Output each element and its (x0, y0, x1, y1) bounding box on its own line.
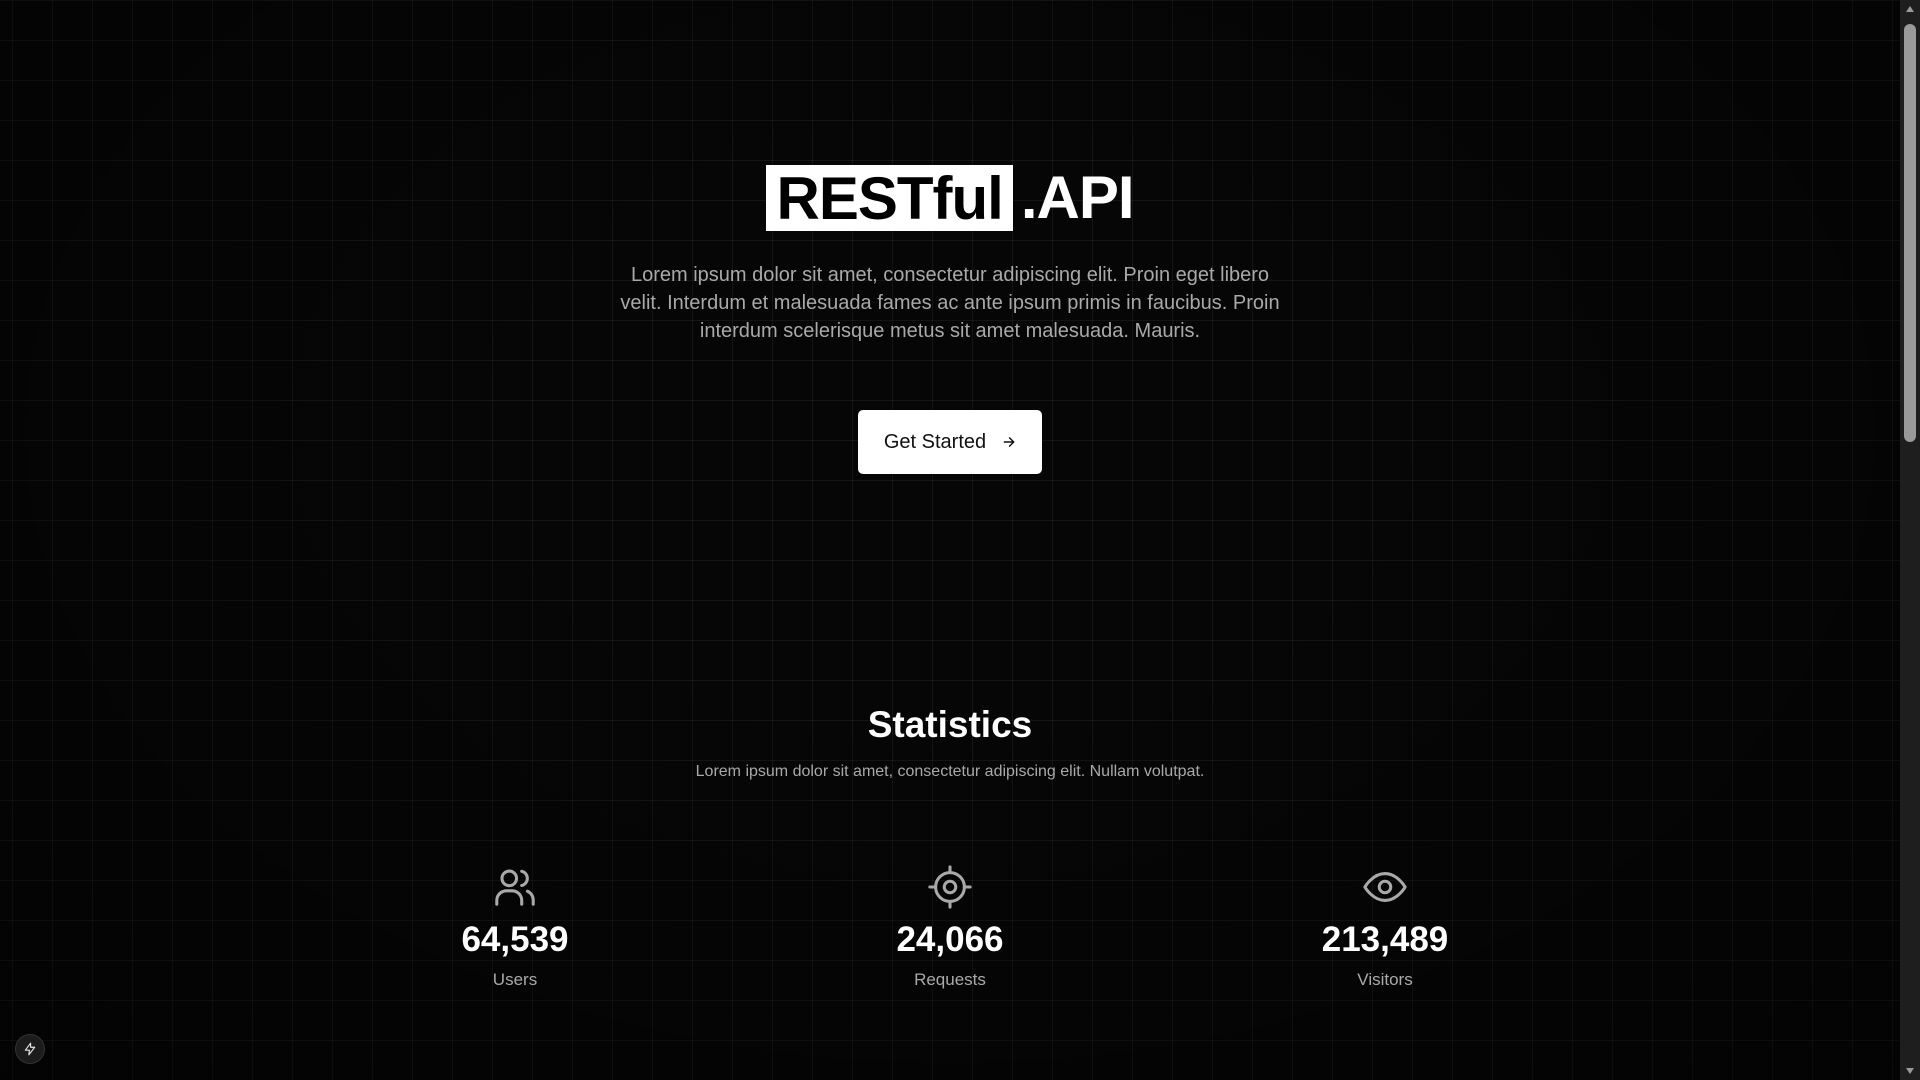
triangle-down-icon (1906, 1068, 1914, 1074)
hero-section: RESTful .API Lorem ipsum dolor sit amet,… (0, 165, 1900, 474)
scroll-down-arrow[interactable] (1900, 1062, 1920, 1080)
stat-card-visitors: 213,489 Visitors (1235, 864, 1535, 990)
scroll-up-arrow[interactable] (1900, 0, 1920, 18)
stat-label-visitors: Visitors (1357, 970, 1413, 989)
stat-card-users: 64,539 Users (365, 864, 665, 990)
stat-label-requests: Requests (914, 970, 986, 989)
brand-suffix: .API (1020, 164, 1135, 231)
statistics-title: Statistics (867, 704, 1033, 745)
vertical-scrollbar[interactable] (1900, 0, 1920, 1080)
statistics-description: Lorem ipsum dolor sit amet, consectetur … (695, 763, 1205, 780)
triangle-up-icon (1906, 6, 1914, 12)
statistics-section: Statistics Lorem ipsum dolor sit amet, c… (0, 706, 1900, 781)
brand-logo: RESTful .API (766, 164, 1135, 231)
stat-card-requests: 24,066 Requests (800, 864, 1100, 990)
hero-description: Lorem ipsum dolor sit amet, consectetur … (620, 264, 1280, 342)
get-started-button[interactable]: Get Started (857, 410, 1043, 474)
stat-value-visitors: 213,489 (1321, 920, 1449, 959)
arrow-right-icon (1003, 437, 1015, 447)
stat-label-users: Users (492, 970, 538, 989)
stat-value-requests: 24,066 (896, 920, 1004, 959)
eye-icon (1363, 872, 1407, 902)
brand-highlight: RESTful (766, 165, 1013, 231)
target-icon (928, 865, 972, 909)
get-started-label: Get Started (883, 430, 987, 453)
page-background: RESTful .API Lorem ipsum dolor sit amet,… (0, 0, 1900, 1080)
stat-value-users: 64,539 (461, 920, 569, 959)
bolt-icon (24, 1042, 36, 1056)
floating-action-button[interactable] (15, 1034, 45, 1064)
scrollbar-thumb[interactable] (1904, 24, 1916, 442)
users-icon (495, 869, 535, 906)
